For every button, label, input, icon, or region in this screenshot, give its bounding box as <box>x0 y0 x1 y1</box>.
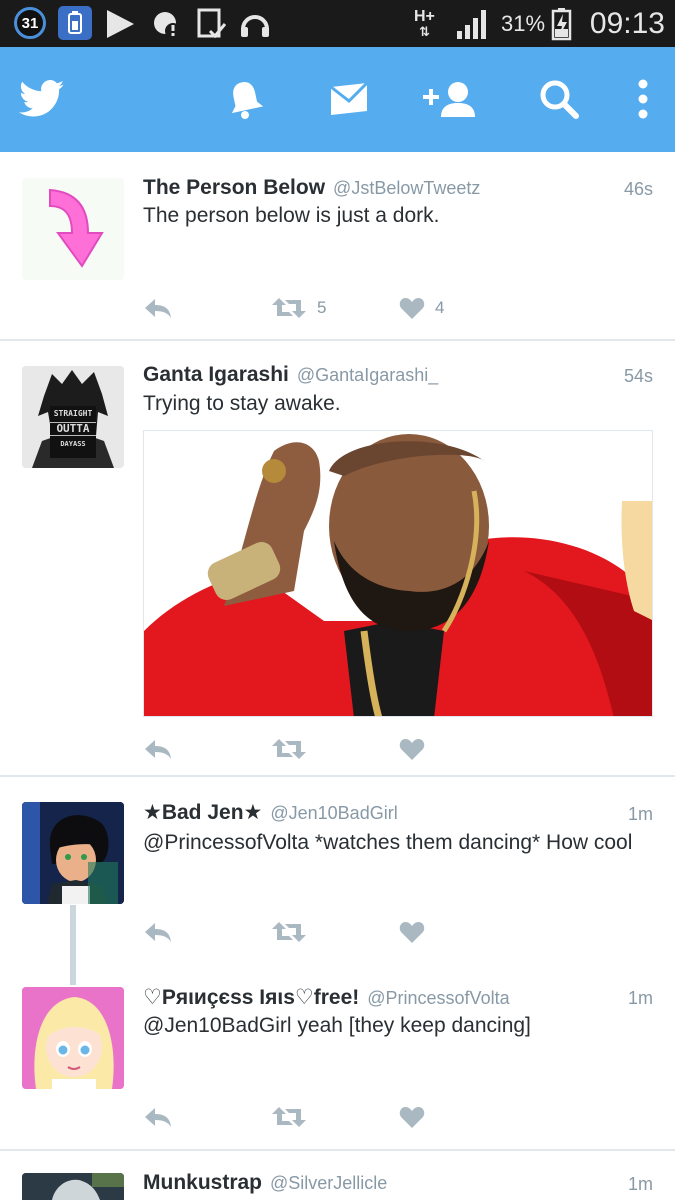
reply-icon <box>145 740 171 759</box>
task-icon <box>196 0 228 47</box>
battery-saver-icon <box>58 6 92 40</box>
avatar[interactable] <box>22 987 124 1089</box>
clock: 09:13 <box>589 6 665 40</box>
display-name[interactable]: Munkustrap <box>143 1171 262 1195</box>
signal-strength-icon <box>454 0 490 47</box>
retweet-count: 5 <box>317 298 327 317</box>
avatar-image <box>22 987 124 1089</box>
tweet-time: 46s <box>623 179 653 199</box>
add-user-icon[interactable] <box>420 75 480 123</box>
user-handle[interactable]: @Jen10BadGirl <box>270 803 397 824</box>
arrow-down-icon <box>49 188 104 268</box>
tweet-header: Ganta Igarashi @GantaIgarashi_ <box>143 363 653 391</box>
tweet[interactable]: Munkustrap @SilverJellicle 1m <box>0 1151 675 1200</box>
tweet-text: @PrincessofVolta *watches them dancing* … <box>143 831 633 854</box>
bell-icon[interactable] <box>222 75 268 123</box>
retweet-button[interactable] <box>271 734 307 764</box>
avatar-image <box>22 1173 124 1200</box>
tweet-media-image[interactable] <box>143 430 653 717</box>
reply-button[interactable] <box>143 1102 173 1132</box>
photo-man-in-red-jacket <box>144 431 652 716</box>
tweet-text: @Jen10BadGirl yeah [they keep dancing] <box>143 1014 531 1037</box>
status-bar: 31 H+ ⇅ 31% 09:13 <box>0 0 675 47</box>
user-handle[interactable]: @PrincessofVolta <box>367 988 509 1009</box>
envelope-icon[interactable] <box>326 75 372 123</box>
heart-icon <box>399 1107 425 1128</box>
tweet-header: ★Bad Jen★ @Jen10BadGirl <box>143 800 653 828</box>
retweet-icon <box>272 298 306 318</box>
user-handle[interactable]: @GantaIgarashi_ <box>297 365 438 386</box>
reply-icon <box>145 1108 171 1127</box>
tweet-header: The Person Below @JstBelowTweetz <box>143 176 653 204</box>
avatar-caption-line-3: DAYASS <box>60 440 86 448</box>
avatar[interactable] <box>22 1173 124 1200</box>
avatar[interactable] <box>22 178 124 280</box>
tweet[interactable]: STRAIGHT OUTTA DAYASS Ganta Igarashi @Ga… <box>0 341 675 777</box>
search-icon[interactable] <box>536 75 582 123</box>
calendar-notification-icon: 31 <box>14 7 46 39</box>
avatar[interactable]: STRAIGHT OUTTA DAYASS <box>22 366 124 468</box>
sync-alert-icon <box>150 0 184 47</box>
heart-icon <box>399 739 425 760</box>
display-name[interactable]: The Person Below <box>143 176 325 200</box>
retweet-button[interactable]: 5 <box>271 293 326 323</box>
like-count: 4 <box>435 298 445 317</box>
retweet-icon <box>272 1107 306 1127</box>
tweet-time: 54s <box>623 366 653 386</box>
display-name[interactable]: Ganta Igarashi <box>143 363 289 387</box>
like-button[interactable] <box>399 1102 425 1132</box>
avatar-image <box>22 802 124 904</box>
retweet-button[interactable] <box>271 917 307 947</box>
overflow-menu-icon[interactable] <box>628 75 658 123</box>
reply-button[interactable] <box>143 293 173 323</box>
avatar-caption-line-2: OUTTA <box>50 422 96 436</box>
network-type-label: H+ <box>414 7 435 25</box>
app-bar <box>0 47 675 152</box>
tweet-time: 1m <box>627 804 653 824</box>
like-button[interactable]: 4 <box>399 293 444 323</box>
tweet-time: 1m <box>627 1174 653 1194</box>
tweet[interactable]: The Person Below @JstBelowTweetz 46s The… <box>0 152 675 341</box>
headphones-icon <box>238 0 272 47</box>
network-type-indicator: H+ ⇅ <box>414 7 435 39</box>
user-handle[interactable]: @SilverJellicle <box>270 1173 387 1194</box>
tweet-text: Trying to stay awake. <box>143 392 341 415</box>
heart-icon <box>399 922 425 943</box>
like-button[interactable] <box>399 917 425 947</box>
reply-icon <box>145 923 171 942</box>
battery-charging-icon <box>551 0 573 47</box>
display-name[interactable]: ★Bad Jen★ <box>143 800 262 825</box>
retweet-icon <box>272 739 306 759</box>
avatar[interactable] <box>22 802 124 904</box>
retweet-button[interactable] <box>271 1102 307 1132</box>
thread-connector-line <box>70 905 76 985</box>
battery-percent: 31% <box>501 10 546 36</box>
conversation-thread: ★Bad Jen★ @Jen10BadGirl 1m @PrincessofVo… <box>0 777 675 1151</box>
like-button[interactable] <box>399 734 425 764</box>
display-name[interactable]: ♡Pяιиçєѕѕ Iяιѕ♡free! <box>143 985 359 1010</box>
tweet-header: Munkustrap @SilverJellicle <box>143 1171 653 1199</box>
reply-icon <box>145 299 171 318</box>
tweet-time: 1m <box>627 988 653 1008</box>
retweet-icon <box>272 922 306 942</box>
play-store-icon <box>103 0 137 47</box>
avatar-caption-line-1: STRAIGHT <box>53 409 93 418</box>
tweet-text: The person below is just a dork. <box>143 204 440 227</box>
user-handle[interactable]: @JstBelowTweetz <box>333 178 480 199</box>
twitter-bird-icon[interactable] <box>18 75 66 123</box>
heart-icon <box>399 298 425 319</box>
reply-button[interactable] <box>143 734 173 764</box>
reply-button[interactable] <box>143 917 173 947</box>
tweet-header: ♡Pяιиçєѕѕ Iяιѕ♡free! @PrincessofVolta <box>143 985 653 1013</box>
